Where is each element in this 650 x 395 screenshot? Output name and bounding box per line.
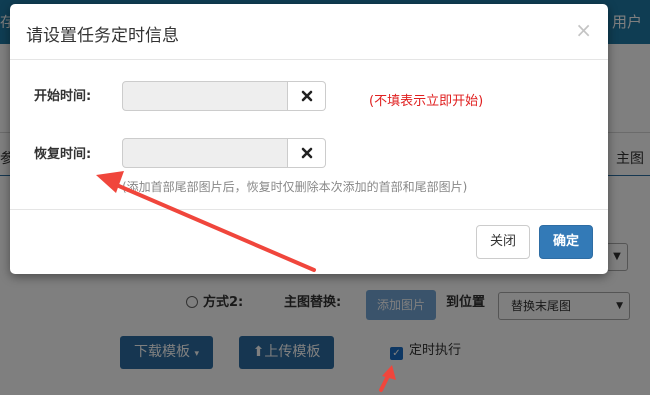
restore-time-hint: (添加首部尾部图片后，恢复时仅删除本次添加的首部和尾部图片): [122, 180, 468, 194]
start-time-input[interactable]: [122, 81, 288, 111]
start-time-hint: (不填表示立即开始): [369, 94, 484, 109]
clear-restore-time-button[interactable]: [288, 138, 326, 168]
dialog-footer: 关闭 确定: [10, 209, 608, 274]
start-time-label: 开始时间:: [34, 89, 92, 104]
restore-time-label: 恢复时间:: [34, 147, 92, 162]
timing-dialog: 请设置任务定时信息 × 开始时间: (不填表示立即开始) 恢复时间: (添加首部…: [10, 4, 608, 274]
start-time-input-group: [122, 81, 326, 111]
clear-start-time-button[interactable]: [288, 81, 326, 111]
close-icon[interactable]: ×: [575, 18, 592, 42]
dialog-title: 请设置任务定时信息: [26, 26, 179, 46]
restore-time-input-group: [122, 138, 326, 168]
times-icon: [301, 147, 312, 159]
close-button[interactable]: 关闭: [476, 225, 530, 259]
restore-time-input[interactable]: [122, 138, 288, 168]
dialog-header: 请设置任务定时信息 ×: [10, 4, 608, 60]
times-icon: [301, 90, 312, 102]
confirm-button[interactable]: 确定: [539, 225, 593, 259]
